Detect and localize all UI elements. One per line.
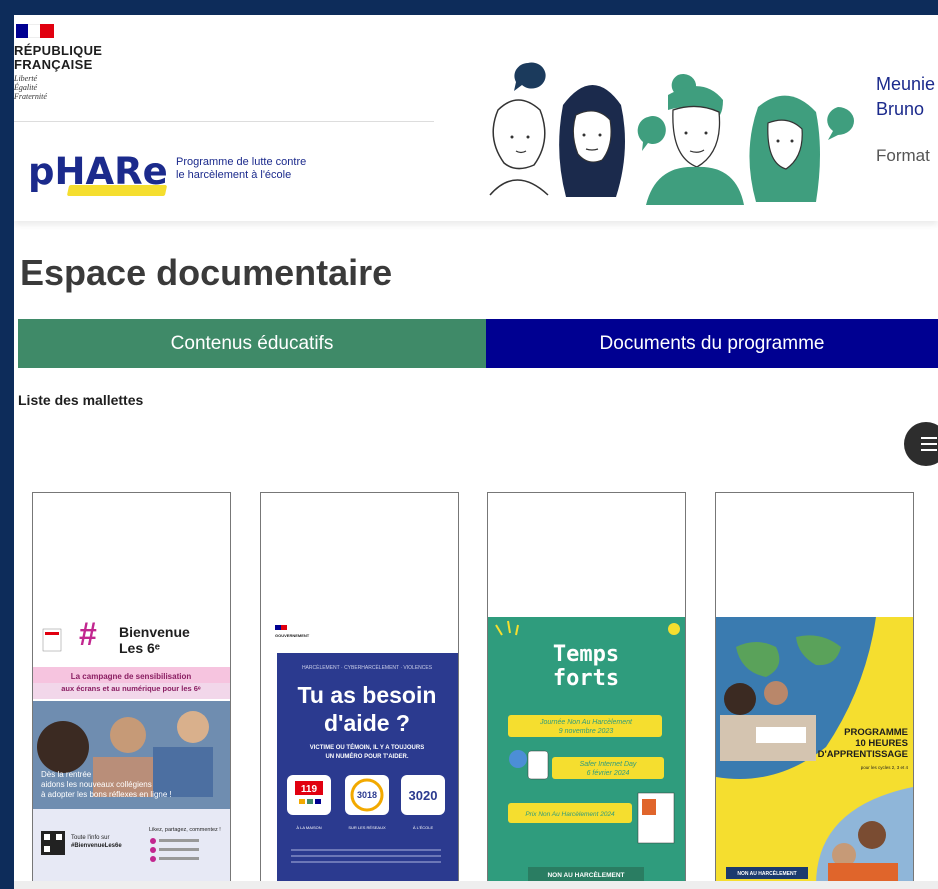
svg-text:aidons les nouveaux collégiens: aidons les nouveaux collégiens bbox=[41, 780, 152, 789]
svg-text:GOUVERNEMENT: GOUVERNEMENT bbox=[275, 633, 310, 638]
card-poster: GOUVERNEMENT HARCÈLEMENT · CYBERHARCÈLEM… bbox=[261, 617, 458, 885]
tab-label: Contenus éducatifs bbox=[170, 332, 334, 354]
card-bienvenue-6e[interactable]: # Bienvenue Les 6ᵉ La campagne de sensib… bbox=[32, 492, 231, 886]
tab-documents-du-programme[interactable]: Documents du programme bbox=[486, 319, 938, 368]
svg-text:NON AU HARCÈLEMENT: NON AU HARCÈLEMENT bbox=[737, 869, 796, 877]
card-programme-10-heures[interactable]: PROGRAMME 10 HEURES D'APPRENTISSAGE pour… bbox=[715, 492, 914, 886]
devise-fraternite: Fraternité bbox=[14, 92, 47, 101]
svg-text:NON AU HARCÈLEMENT: NON AU HARCÈLEMENT bbox=[547, 870, 624, 879]
phare-logo[interactable]: pHARe bbox=[28, 150, 168, 193]
svg-text:Toute l'info sur: Toute l'info sur bbox=[71, 835, 110, 841]
svg-text:9 novembre 2023: 9 novembre 2023 bbox=[559, 728, 614, 735]
svg-text:10 HEURES: 10 HEURES bbox=[855, 738, 908, 749]
svg-text:Tu as besoin: Tu as besoin bbox=[298, 682, 437, 708]
svg-text:Likez, partagez, commentez !: Likez, partagez, commentez ! bbox=[149, 827, 221, 833]
menu-button[interactable] bbox=[904, 422, 938, 466]
gov-name-line2: FRANÇAISE bbox=[14, 57, 93, 72]
svg-text:La campagne de sensibilisation: La campagne de sensibilisation bbox=[71, 672, 192, 681]
svg-text:Prix Non Au Harcèlement 2024: Prix Non Au Harcèlement 2024 bbox=[525, 811, 615, 818]
svg-text:À L'ÉCOLE: À L'ÉCOLE bbox=[413, 825, 434, 830]
card-poster: Temps forts Journée Non Au Harcèlement 9… bbox=[488, 617, 685, 885]
devise-liberte: Liberté bbox=[14, 74, 38, 83]
svg-text:D'APPRENTISSAGE: D'APPRENTISSAGE bbox=[818, 749, 908, 760]
svg-text:PROGRAMME: PROGRAMME bbox=[844, 727, 908, 738]
card-temps-forts[interactable]: Temps forts Journée Non Au Harcèlement 9… bbox=[487, 492, 686, 886]
svg-text:Safer Internet Day: Safer Internet Day bbox=[580, 761, 637, 768]
svg-text:pour les cycles 2, 3 et 4: pour les cycles 2, 3 et 4 bbox=[861, 765, 909, 770]
tab-label: Documents du programme bbox=[599, 332, 825, 354]
svg-text:aux écrans et au numérique pou: aux écrans et au numérique pour les 6ᵉ bbox=[61, 684, 201, 693]
user-name[interactable]: Meunie Bruno bbox=[876, 72, 935, 122]
svg-text:SUR LES RÉSEAUX: SUR LES RÉSEAUX bbox=[348, 825, 386, 830]
svg-text:VICTIME OU TÉMOIN, IL Y A TOUJ: VICTIME OU TÉMOIN, IL Y A TOUJOURS bbox=[310, 743, 424, 751]
svg-text:119: 119 bbox=[301, 784, 318, 795]
hamburger-menu-icon bbox=[921, 437, 937, 439]
site-header: RÉPUBLIQUE FRANÇAISE Liberté Égalité Fra… bbox=[14, 15, 938, 221]
user-role: Format bbox=[876, 146, 930, 165]
card-poster: PROGRAMME 10 HEURES D'APPRENTISSAGE pour… bbox=[716, 617, 913, 885]
svg-text:à adopter les bons réflexes en: à adopter les bons réflexes en ligne ! bbox=[41, 790, 172, 799]
gov-name-line1: RÉPUBLIQUE bbox=[14, 43, 103, 58]
header-divider bbox=[14, 121, 434, 122]
list-label: Liste des mallettes bbox=[18, 392, 144, 408]
brand-tagline-line2: le harcèlement à l'école bbox=[176, 169, 292, 181]
card-tu-as-besoin-d-aide[interactable]: GOUVERNEMENT HARCÈLEMENT · CYBERHARCÈLEM… bbox=[260, 492, 459, 886]
svg-text:Temps: Temps bbox=[553, 642, 619, 667]
bottom-scroll-edge bbox=[14, 881, 938, 889]
header-illustration bbox=[489, 62, 854, 205]
svg-text:6 février 2024: 6 février 2024 bbox=[587, 770, 630, 777]
svg-text:UN NUMÉRO POUR T'AIDER.: UN NUMÉRO POUR T'AIDER. bbox=[325, 752, 408, 760]
devise: Liberté Égalité Fraternité bbox=[14, 74, 47, 101]
svg-text:#: # bbox=[79, 617, 97, 652]
page-title: Espace documentaire bbox=[20, 252, 393, 293]
user-name-line2: Bruno bbox=[876, 99, 925, 119]
svg-text:d'aide ?: d'aide ? bbox=[324, 710, 410, 736]
user-name-line1: Meunie bbox=[876, 74, 936, 94]
republique-francaise-logo[interactable]: RÉPUBLIQUE FRANÇAISE bbox=[14, 44, 102, 72]
svg-text:Les 6ᵉ: Les 6ᵉ bbox=[119, 640, 160, 656]
svg-text:Bienvenue: Bienvenue bbox=[119, 624, 190, 640]
brand-tagline-line1: Programme de lutte contre bbox=[176, 156, 307, 168]
svg-text:Dès la rentrée: Dès la rentrée bbox=[41, 770, 92, 779]
devise-egalite: Égalité bbox=[14, 83, 38, 92]
svg-text:3020: 3020 bbox=[409, 788, 438, 803]
card-poster: # Bienvenue Les 6ᵉ La campagne de sensib… bbox=[33, 617, 230, 885]
svg-text:3018: 3018 bbox=[357, 790, 377, 800]
svg-text:À LA MAISON: À LA MAISON bbox=[296, 825, 321, 830]
svg-text:HARCÈLEMENT · CYBERHARCÈLEMENT: HARCÈLEMENT · CYBERHARCÈLEMENT · VIOLENC… bbox=[302, 664, 433, 671]
tab-contenus-educatifs[interactable]: Contenus éducatifs bbox=[18, 319, 486, 368]
svg-text:forts: forts bbox=[553, 666, 619, 691]
marianne-flag-logo bbox=[16, 24, 54, 38]
svg-text:#BienvenueLes6e: #BienvenueLes6e bbox=[71, 843, 122, 849]
svg-text:Journée Non Au Harcèlement: Journée Non Au Harcèlement bbox=[539, 719, 633, 726]
page: RÉPUBLIQUE FRANÇAISE Liberté Égalité Fra… bbox=[14, 15, 938, 889]
brand-tagline: Programme de lutte contre le harcèlement… bbox=[176, 156, 306, 182]
